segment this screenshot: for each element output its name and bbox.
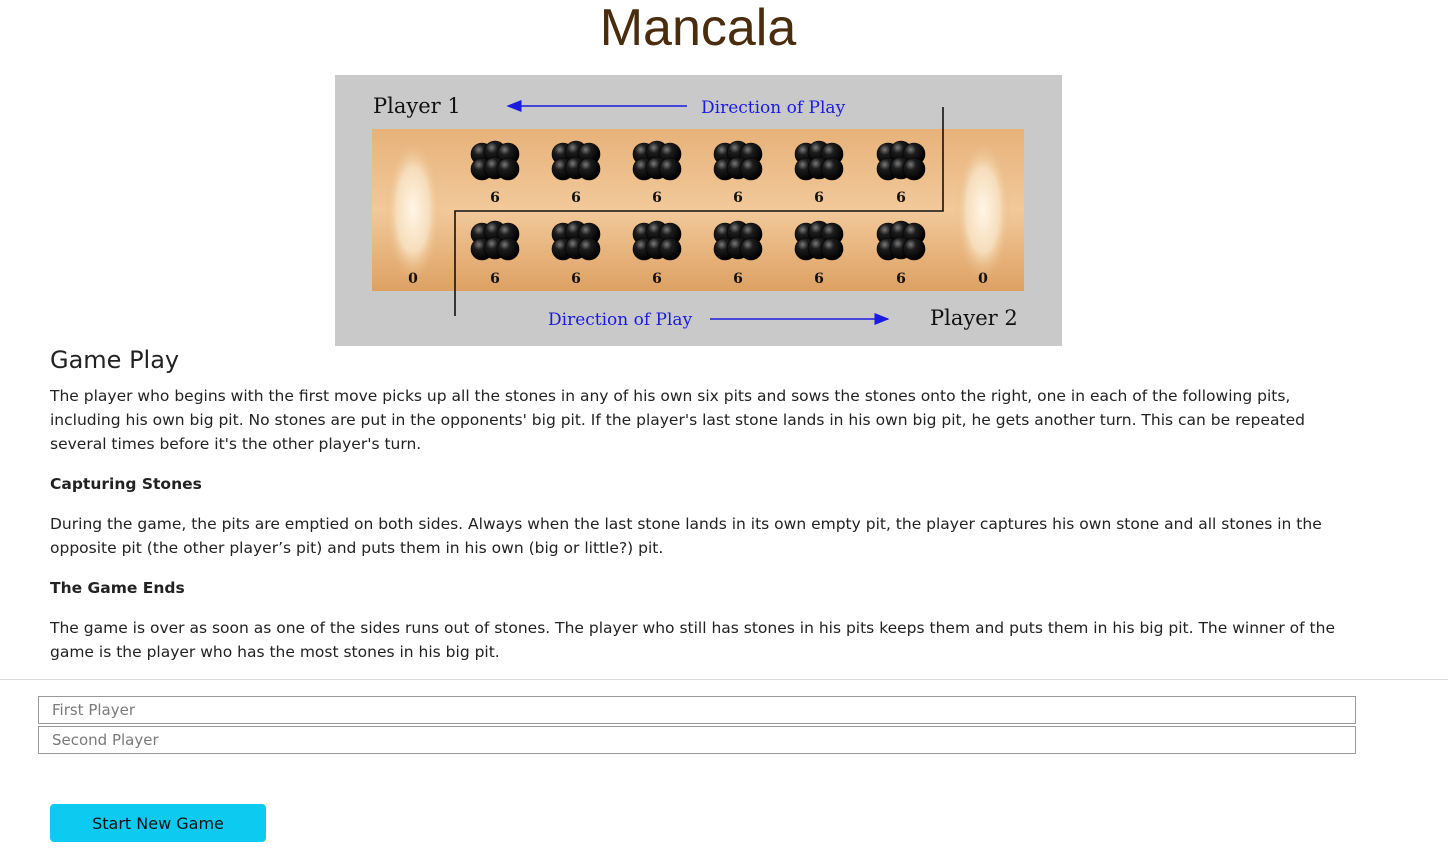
stone — [496, 157, 520, 181]
stone — [820, 157, 844, 181]
pit-count: 6 — [490, 271, 500, 287]
stone — [820, 237, 844, 261]
stone — [577, 157, 601, 181]
pit-count: 6 — [896, 190, 906, 206]
pit-count: 6 — [571, 190, 581, 206]
mancala-board-diagram: Player 1 Player 2 Direction of Play Dire… — [335, 75, 1062, 346]
capturing-stones-paragraph: During the game, the pits are emptied on… — [50, 515, 1322, 557]
pit-count: 6 — [652, 271, 662, 287]
stone — [739, 157, 763, 181]
player1-label: Player 1 — [373, 94, 461, 118]
game-play-paragraph: The player who begins with the first mov… — [50, 387, 1305, 453]
pit-count: 6 — [896, 271, 906, 287]
stone — [739, 237, 763, 261]
pit-count: 6 — [733, 190, 743, 206]
store-right — [955, 140, 1011, 280]
stone — [496, 237, 520, 261]
pit-count: 6 — [733, 271, 743, 287]
stone — [658, 237, 682, 261]
pit-count: 6 — [490, 190, 500, 206]
store-left — [385, 140, 441, 280]
pit-count: 6 — [814, 271, 824, 287]
board-wood — [372, 129, 1024, 291]
game-ends-paragraph: The game is over as soon as one of the s… — [50, 619, 1335, 661]
stone — [902, 237, 926, 261]
pit-count: 6 — [652, 190, 662, 206]
pit-count: 6 — [814, 190, 824, 206]
game-ends-heading: The Game Ends — [50, 579, 185, 597]
first-player-input[interactable] — [38, 696, 1356, 724]
direction-label-top: Direction of Play — [701, 98, 846, 118]
capturing-stones-heading: Capturing Stones — [50, 475, 202, 493]
page-title: Mancala — [599, 0, 797, 57]
stone — [577, 237, 601, 261]
second-player-input[interactable] — [38, 726, 1356, 754]
stone — [902, 157, 926, 181]
start-new-game-button[interactable]: Start New Game — [50, 804, 266, 842]
player2-label: Player 2 — [930, 306, 1018, 330]
stone — [658, 157, 682, 181]
store-right-count: 0 — [978, 271, 988, 287]
store-left-count: 0 — [408, 271, 418, 287]
direction-label-bottom: Direction of Play — [548, 310, 693, 330]
pit-count: 6 — [571, 271, 581, 287]
section-heading-game-play: Game Play — [50, 346, 180, 374]
section-divider — [0, 679, 1448, 680]
